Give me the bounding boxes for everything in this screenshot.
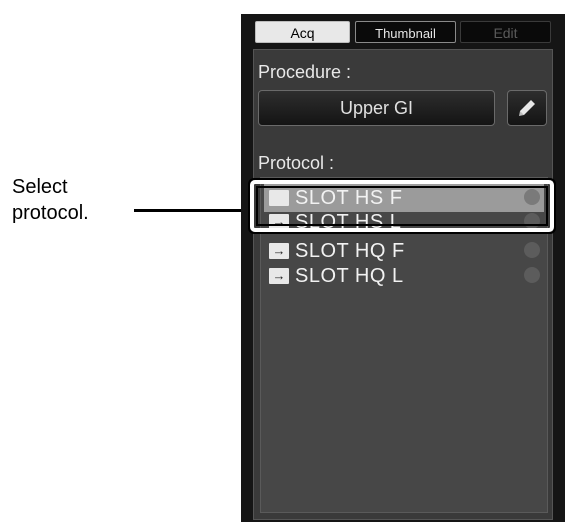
acquisition-panel: Acq Thumbnail Edit Procedure : Upper GI … <box>241 14 565 522</box>
tab-thumbnail[interactable]: Thumbnail <box>355 21 456 43</box>
protocol-name: SLOT HQ L <box>295 265 404 287</box>
tab-edit: Edit <box>460 21 551 43</box>
arrow-right-icon: → <box>269 268 289 284</box>
arrow-right-icon: → <box>269 243 289 259</box>
protocol-name: SLOT HQ F <box>295 240 405 262</box>
protocol-label: Protocol : <box>258 153 335 173</box>
pencil-icon <box>519 100 535 116</box>
status-dot-icon <box>524 242 540 258</box>
tab-acq[interactable]: Acq <box>255 21 350 43</box>
procedure-button[interactable]: Upper GI <box>258 90 495 126</box>
procedure-label: Procedure : <box>258 62 352 82</box>
acq-content: Procedure : Upper GI Protocol : SLOT HS … <box>253 49 553 520</box>
callout-line-1: Select <box>12 176 68 198</box>
tab-bar: Acq Thumbnail Edit <box>255 21 551 43</box>
callout-text: Select protocol. <box>12 174 89 226</box>
protocol-item-slot-hq-l[interactable]: → SLOT HQ L <box>264 262 544 290</box>
status-dot-icon <box>524 267 540 283</box>
callout-line-2: protocol. <box>12 202 89 224</box>
protocol-item-slot-hq-f[interactable]: → SLOT HQ F <box>264 237 544 265</box>
edit-procedure-button[interactable] <box>507 90 547 126</box>
selection-highlight-box <box>250 180 554 232</box>
callout-pointer-line <box>134 209 250 212</box>
